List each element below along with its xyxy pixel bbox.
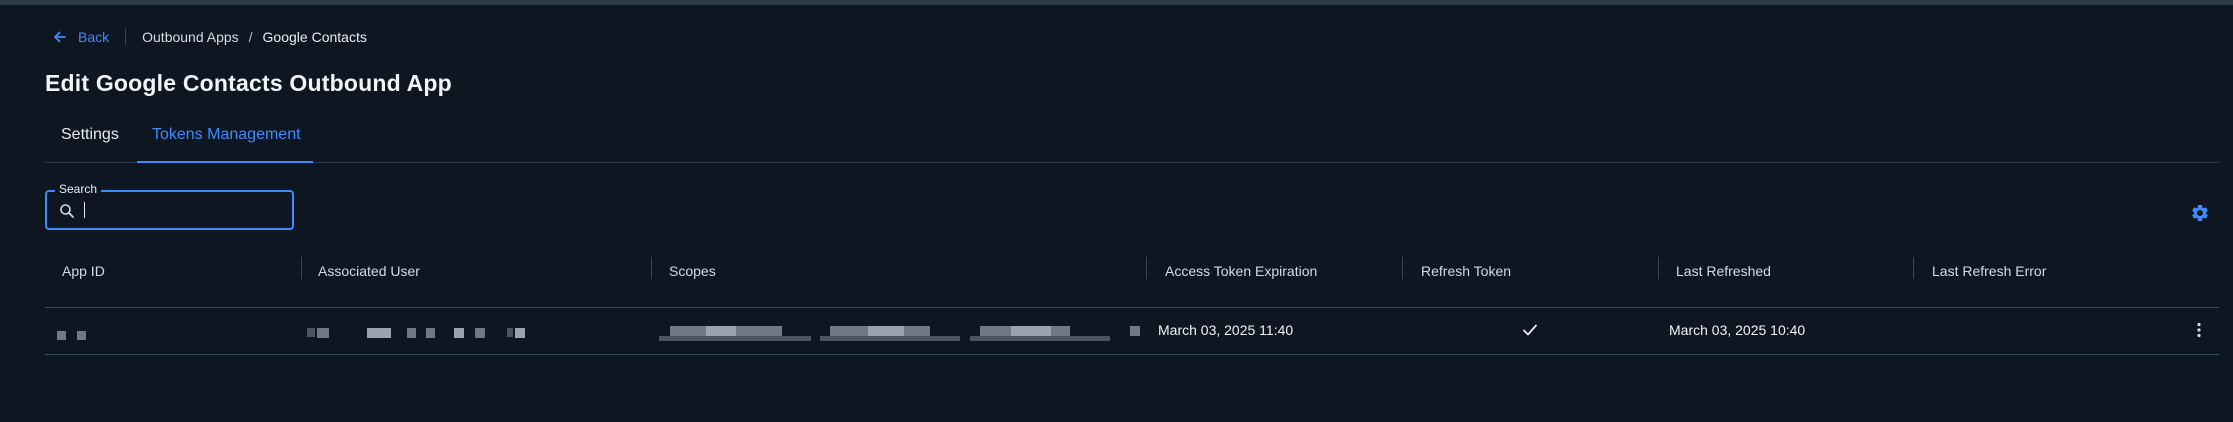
gear-icon[interactable] [2190, 203, 2210, 223]
column-header-scopes[interactable]: Scopes [669, 263, 716, 279]
table-row[interactable]: March 03, 2025 11:40 March 03, 2025 10:4… [45, 308, 2219, 355]
search-icon [60, 204, 74, 218]
page-title: Edit Google Contacts Outbound App [45, 70, 452, 96]
table-header: App ID Associated User Scopes Access Tok… [45, 257, 2219, 308]
column-header-refresh-token[interactable]: Refresh Token [1421, 263, 1511, 279]
more-options-icon[interactable] [2189, 320, 2209, 340]
top-border [0, 0, 2233, 5]
arrow-left-icon [54, 31, 66, 43]
column-divider [1402, 257, 1403, 279]
text-cursor [84, 202, 85, 218]
access-token-expiration: March 03, 2025 11:40 [1158, 322, 1294, 338]
last-refreshed: March 03, 2025 10:40 [1669, 322, 1806, 338]
column-header-associated-user[interactable]: Associated User [318, 263, 420, 279]
tab-bar: Settings Tokens Management [45, 122, 2219, 163]
column-header-app-id[interactable]: App ID [62, 263, 105, 279]
column-divider [301, 257, 302, 279]
breadcrumb-separator: / [248, 29, 253, 45]
column-divider [651, 257, 652, 279]
breadcrumb-outbound-apps[interactable]: Outbound Apps [142, 29, 239, 45]
column-divider [1658, 257, 1659, 279]
search-field[interactable]: Search [45, 182, 294, 230]
column-header-last-refresh-error[interactable]: Last Refresh Error [1932, 263, 2046, 279]
tab-settings[interactable]: Settings [61, 126, 119, 144]
column-divider [1146, 257, 1147, 279]
check-icon [1523, 324, 1537, 336]
active-tab-indicator [137, 161, 313, 163]
column-header-access-token-expiration[interactable]: Access Token Expiration [1165, 263, 1317, 279]
column-divider [1913, 257, 1914, 279]
column-header-last-refreshed[interactable]: Last Refreshed [1676, 263, 1771, 279]
back-label: Back [78, 29, 110, 45]
breadcrumb-divider [125, 29, 127, 45]
back-button[interactable]: Back [52, 29, 109, 45]
search-label: Search [55, 182, 102, 196]
tab-tokens-management[interactable]: Tokens Management [152, 126, 301, 144]
breadcrumb-google-contacts: Google Contacts [262, 29, 367, 45]
search-input[interactable] [83, 198, 277, 222]
breadcrumb: Back Outbound Apps / Google Contacts [52, 28, 367, 46]
